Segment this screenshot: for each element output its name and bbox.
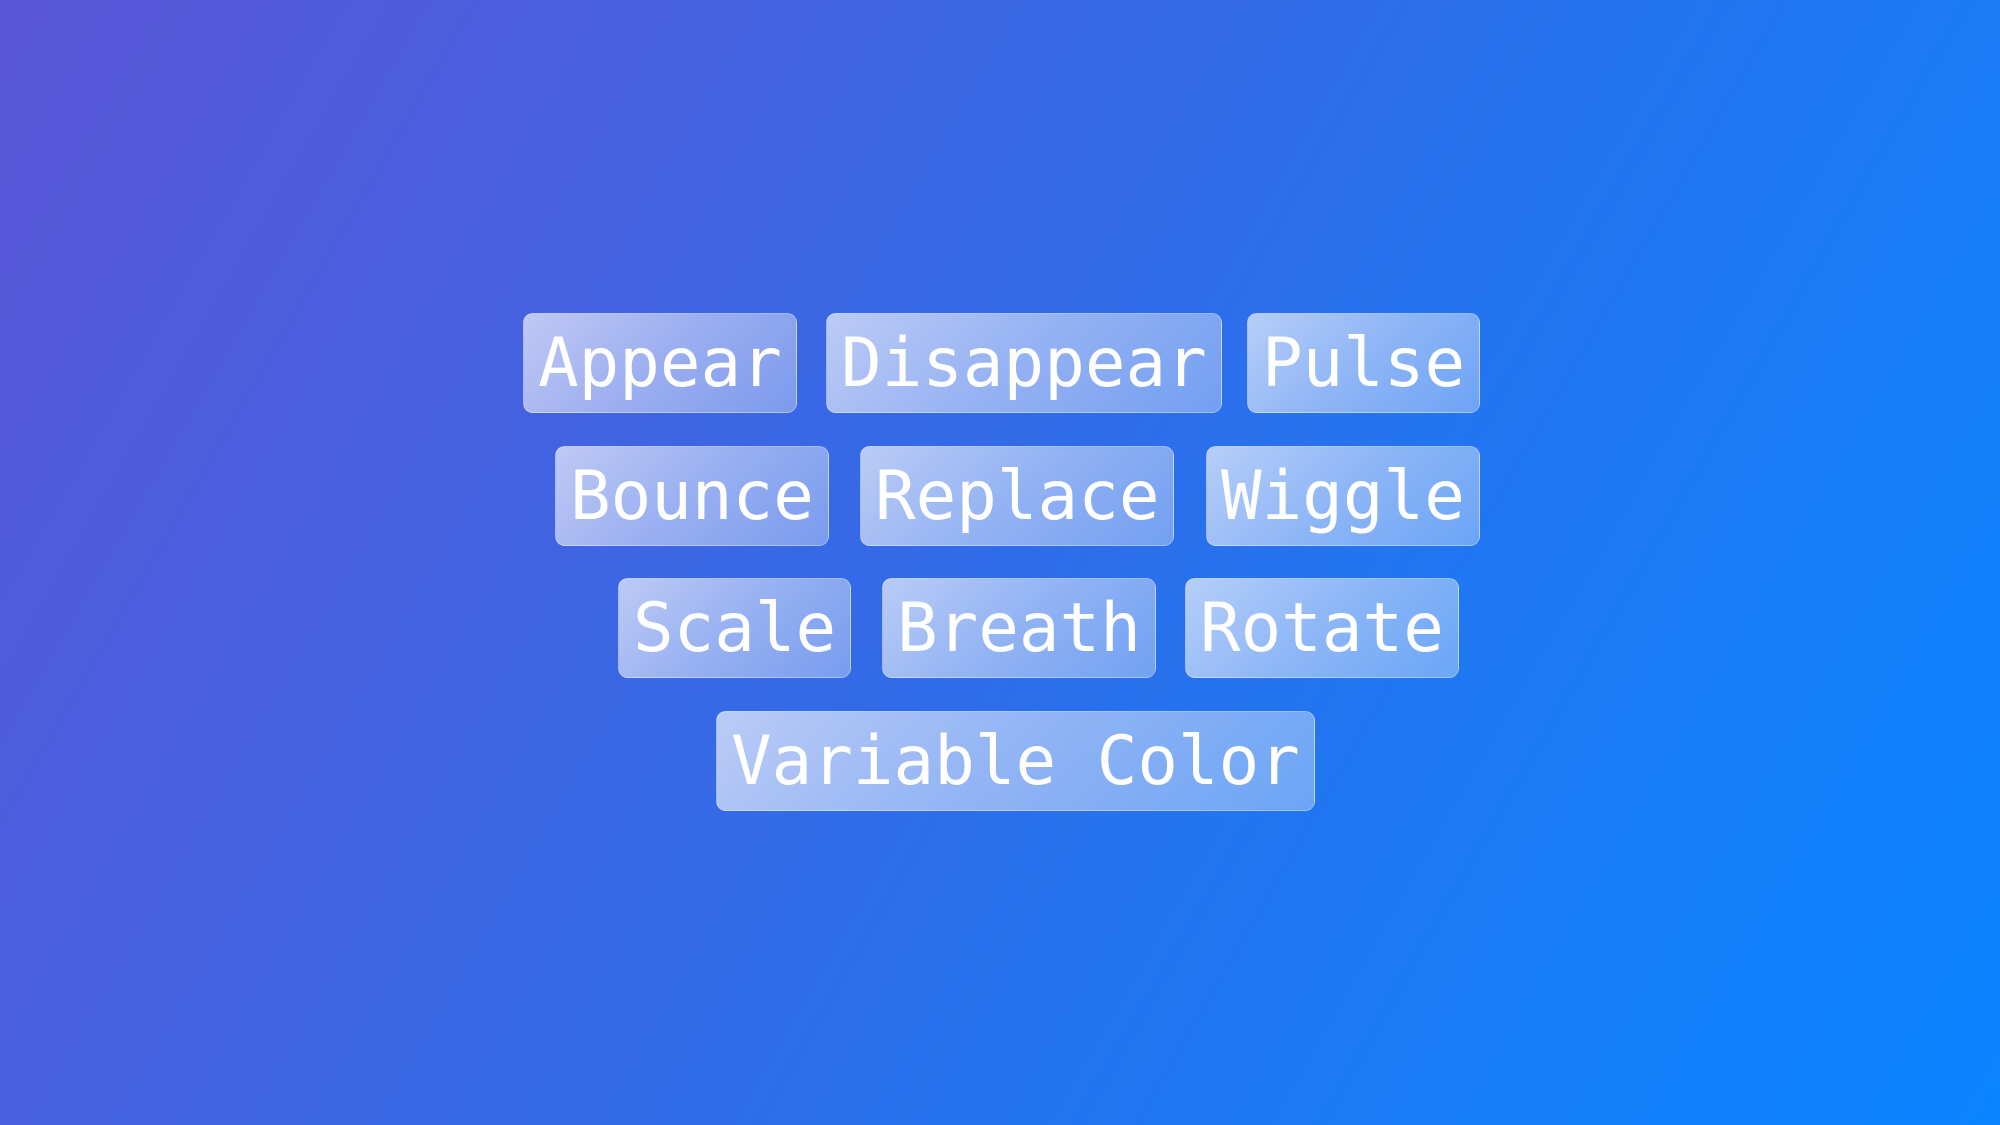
tag-disappear[interactable]: Disappear [826, 313, 1222, 413]
tag-breath[interactable]: Breath [882, 578, 1156, 678]
gradient-background [0, 0, 2000, 1125]
tag-scale[interactable]: Scale [618, 578, 852, 678]
tag-wiggle[interactable]: Wiggle [1206, 446, 1480, 546]
tag-bounce[interactable]: Bounce [555, 446, 829, 546]
tag-appear[interactable]: Appear [523, 313, 797, 413]
tag-rotate[interactable]: Rotate [1185, 578, 1459, 678]
tag-variable-color[interactable]: Variable Color [716, 711, 1315, 811]
tag-replace[interactable]: Replace [860, 446, 1175, 546]
tag-pulse[interactable]: Pulse [1247, 313, 1481, 413]
